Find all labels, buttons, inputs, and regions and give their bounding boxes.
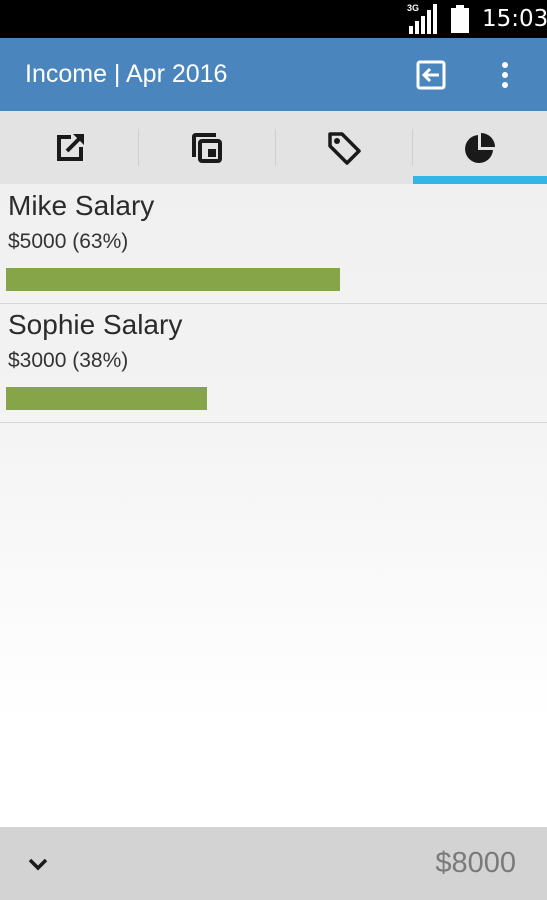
tab-share[interactable]	[2, 111, 138, 184]
status-bar: 3G 15:03	[0, 0, 547, 38]
battery-icon	[451, 5, 469, 33]
item-proportion-bar	[6, 268, 340, 291]
list-item[interactable]: Sophie Salary $3000 (38%)	[0, 303, 547, 423]
overflow-menu-button[interactable]	[488, 54, 522, 96]
item-proportion-bar	[6, 387, 207, 410]
page-title: Income | Apr 2016	[25, 60, 228, 88]
item-amount: $3000 (38%)	[8, 349, 129, 372]
action-bar: Income | Apr 2016	[0, 38, 547, 111]
item-name: Mike Salary	[8, 190, 155, 221]
footer-bar: $8000	[0, 827, 547, 900]
item-name: Sophie Salary	[8, 309, 183, 340]
status-time: 15:03	[482, 6, 547, 32]
tab-bar	[0, 111, 547, 184]
list-item[interactable]: Mike Salary $5000 (63%)	[0, 184, 547, 304]
total-amount: $8000	[435, 847, 516, 879]
tab-copy[interactable]	[139, 111, 275, 184]
tab-chart[interactable]	[413, 111, 547, 184]
chevron-down-icon	[28, 858, 48, 871]
exit-button[interactable]	[410, 54, 452, 96]
screen: 3G 15:03 Income | Apr 2016 Mike Salary $…	[0, 0, 547, 900]
item-amount: $5000 (63%)	[8, 230, 129, 253]
share-external-icon	[57, 133, 84, 161]
exit-icon	[416, 60, 446, 90]
copy-icon	[192, 132, 222, 163]
tab-tags[interactable]	[276, 111, 412, 184]
expand-button[interactable]	[22, 849, 54, 879]
tag-icon	[328, 131, 361, 165]
signal-icon	[409, 4, 437, 34]
overflow-menu-icon	[502, 62, 508, 88]
selected-tab-indicator	[413, 176, 547, 184]
pie-chart-icon	[465, 132, 495, 163]
